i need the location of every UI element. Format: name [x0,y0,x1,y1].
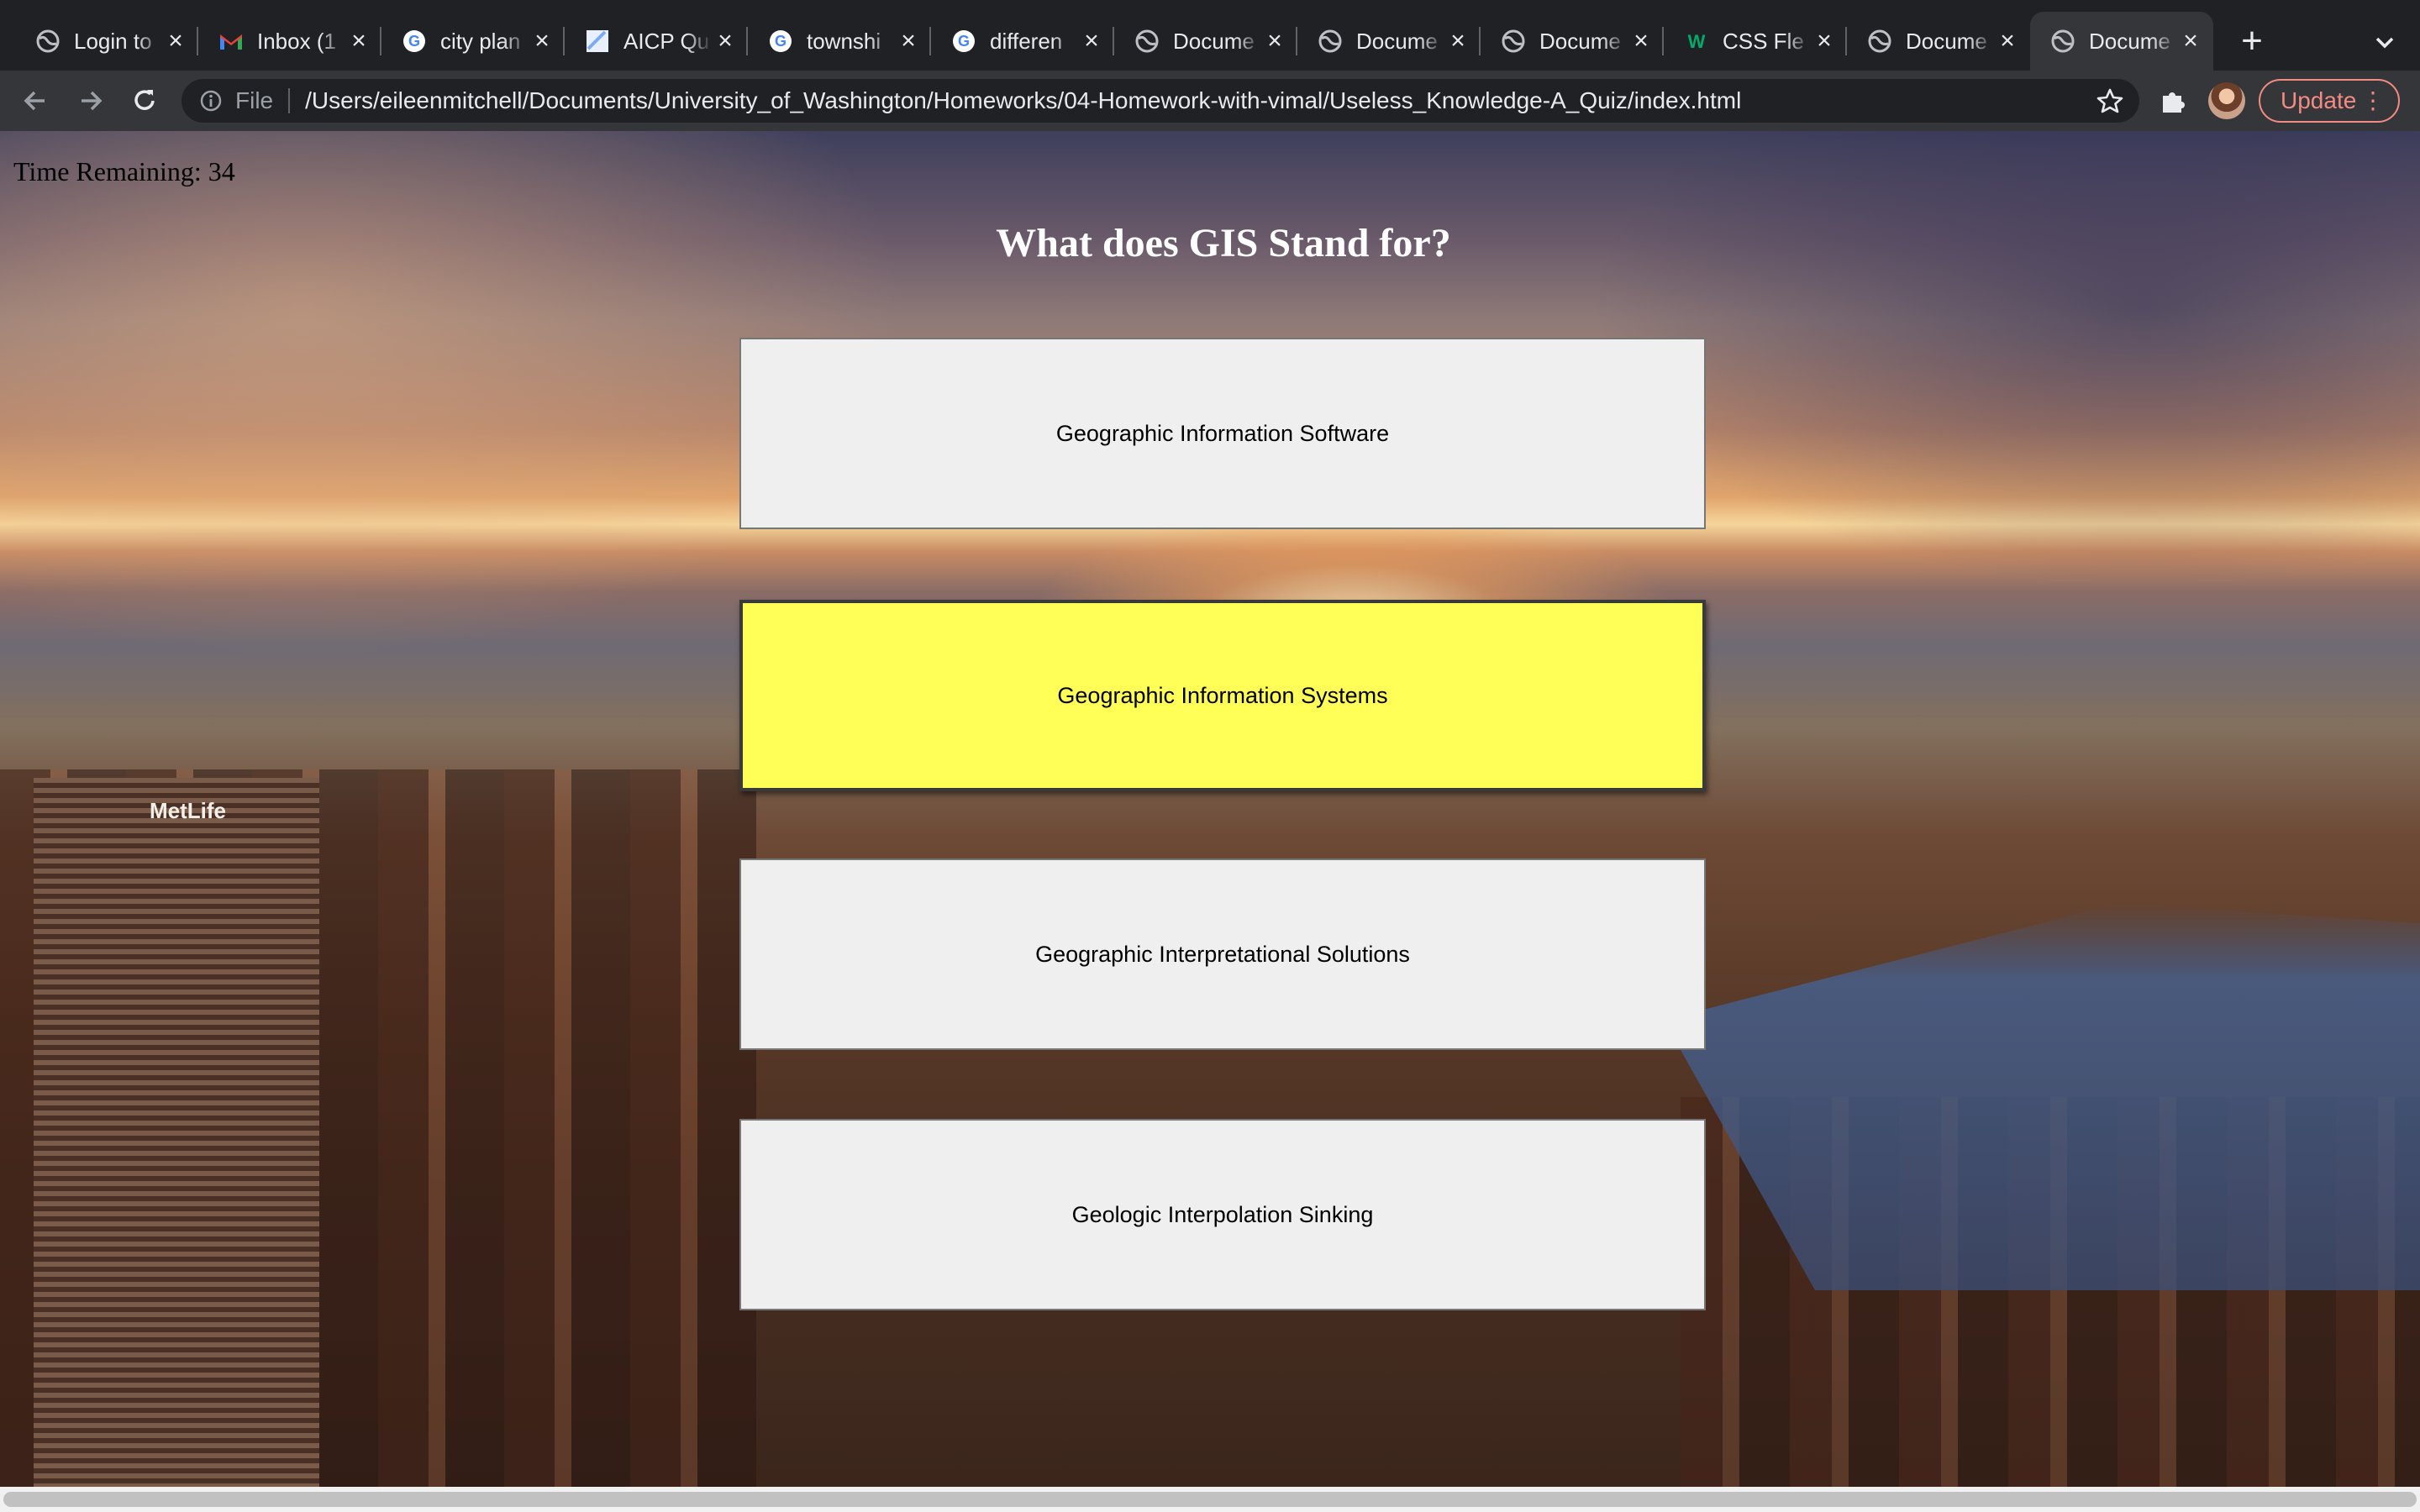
svg-text:W: W [1688,31,1706,52]
back-button[interactable] [18,84,52,118]
google-icon: G [402,29,427,54]
close-icon[interactable]: × [713,27,738,55]
tab-title: Inbox (1 [257,28,336,54]
globe-icon [1867,29,1892,54]
tab-title: Docume [1173,28,1255,54]
puzzle-icon[interactable] [2158,86,2188,116]
aicp-icon [585,29,610,54]
scrollbar-thumb[interactable] [3,1492,2417,1507]
tab[interactable]: W CSS Fle × [1664,12,1847,71]
address-divider [288,88,291,113]
close-icon[interactable]: × [1262,27,1287,55]
close-icon[interactable]: × [1995,27,2020,55]
background-metlife-building [34,778,319,1487]
svg-text:G: G [408,33,420,50]
w3schools-icon: W [1684,29,1709,54]
tab-active[interactable]: Docume × [2030,12,2213,71]
tab-strip: Login to × Inbox (1 × G city plan × AICP… [0,0,2420,71]
question-title: What does GIS Stand for? [996,221,1451,265]
avatar[interactable] [2208,82,2245,119]
globe-icon [1318,29,1343,54]
close-icon[interactable]: × [1628,27,1654,55]
close-icon[interactable]: × [1445,27,1470,55]
new-tab-button[interactable]: + [2232,23,2272,60]
globe-icon [35,29,60,54]
tab-title: Docume [1906,28,1987,54]
tab[interactable]: Login to × [15,12,198,71]
tab[interactable]: G townshi × [748,12,931,71]
tab-title: Docume [1356,28,1438,54]
close-icon[interactable]: × [1812,27,1837,55]
tab[interactable]: Docume × [1847,12,2030,71]
tab-title: differen [990,28,1063,54]
globe-icon [1134,29,1160,54]
answer-button[interactable]: Geologic Interpolation Sinking [739,1119,1706,1310]
timer: Time Remaining: 34 [13,156,235,186]
background-sign: MetLife [150,798,226,823]
reload-icon [134,90,155,110]
answer-button-hovered[interactable]: Geographic Information Systems [739,600,1706,791]
update-label: Update [2281,87,2357,113]
tab-title: townshi [807,28,881,54]
tab[interactable]: AICP Qu × [565,12,748,71]
answer-button[interactable]: Geographic Interpretational Solutions [739,858,1706,1050]
close-icon[interactable]: × [529,27,555,55]
arrow-left-icon [24,91,45,111]
star-icon[interactable] [2096,87,2124,115]
tab-title: CSS Fle [1723,28,1804,54]
page-viewport: MetLife Time Remaining: 34 What does GIS… [0,131,2420,1487]
tab-title: Docume [2089,28,2170,54]
scheme-label: File [235,87,274,113]
reload-button[interactable] [128,84,161,118]
google-icon: G [951,29,976,54]
update-button[interactable]: Update ⋮ [2259,79,2400,123]
close-icon[interactable]: × [896,27,921,55]
info-icon[interactable] [198,88,224,113]
google-icon: G [768,29,793,54]
svg-text:G: G [775,33,786,50]
tab[interactable]: Inbox (1 × [198,12,381,71]
close-icon[interactable]: × [1079,27,1104,55]
gmail-icon [218,29,244,54]
close-icon[interactable]: × [163,27,188,55]
chevron-down-icon[interactable] [2370,27,2400,57]
close-icon[interactable]: × [2178,27,2203,55]
tab[interactable]: Docume × [1114,12,1297,71]
tab[interactable]: G city plan × [381,12,565,71]
tab-title: Login to [74,28,152,54]
close-icon[interactable]: × [346,27,371,55]
tab-title: Docume [1539,28,1621,54]
svg-text:G: G [958,33,970,50]
tab[interactable]: G differen × [931,12,1114,71]
url-text[interactable]: /Users/eileenmitchell/Documents/Universi… [305,87,2096,114]
tab-title: AICP Qu [623,28,710,54]
globe-icon [1501,29,1526,54]
address-bar[interactable]: File /Users/eileenmitchell/Documents/Uni… [182,79,2139,123]
tab[interactable]: Docume × [1481,12,1664,71]
tab[interactable]: Docume × [1297,12,1481,71]
arrow-right-icon [82,91,103,111]
globe-icon [2050,29,2075,54]
tab-title: city plan [440,28,521,54]
kebab-menu-icon[interactable]: ⋮ [2361,89,2385,113]
answer-button[interactable]: Geographic Information Software [739,338,1706,529]
forward-button[interactable] [74,84,108,118]
browser-toolbar: File /Users/eileenmitchell/Documents/Uni… [0,71,2420,131]
